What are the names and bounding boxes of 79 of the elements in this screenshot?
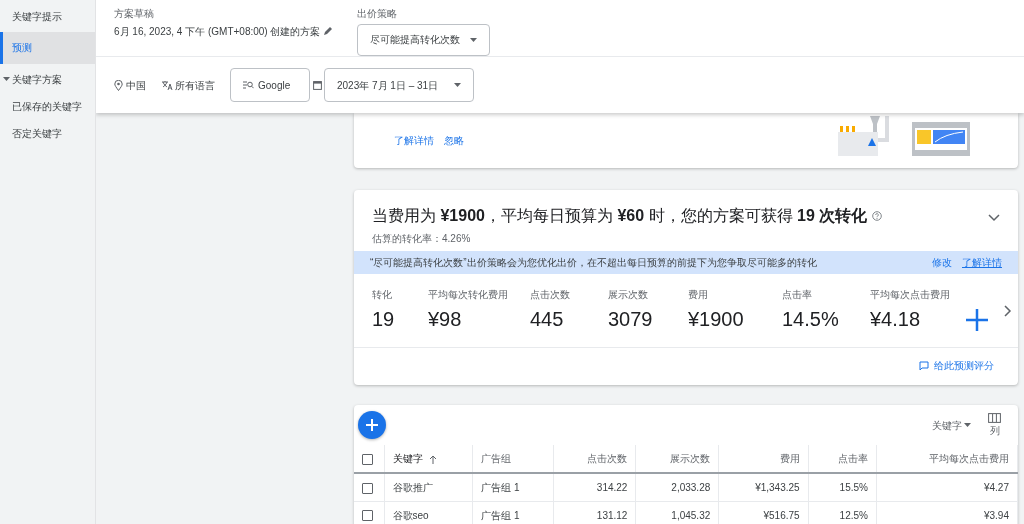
metric-value: ¥1900	[688, 307, 745, 333]
caret-icon	[454, 83, 461, 87]
sidebar-item[interactable]: 关键字提示	[0, 2, 95, 30]
metric-value: 3079	[608, 307, 654, 333]
conversion-rate: 估算的转化率：4.26%	[372, 232, 472, 246]
calendar-icon	[312, 80, 322, 90]
row-checkbox[interactable]	[362, 482, 373, 494]
metric-value: 19	[372, 307, 396, 333]
banner-link[interactable]: 了解详情	[962, 255, 1002, 270]
plan-name: 6月 16, 2023, 4 下午 (GMT+08:00) 创建的方案	[114, 24, 321, 39]
column-header[interactable]: 平均每次点击费用	[876, 445, 1018, 473]
rate-forecast-link[interactable]: 给此预测评分	[934, 358, 994, 373]
help-icon[interactable]	[872, 211, 883, 221]
chevron-icon[interactable]	[988, 214, 1000, 222]
metric-value: 14.5%	[782, 307, 840, 333]
table-cell: ¥3.94	[876, 501, 1018, 524]
network-icon	[243, 81, 254, 89]
table-cell: 131.12	[553, 501, 636, 524]
bid-strategy-dropdown[interactable]: 尽可能提高转化次数	[356, 23, 490, 56]
chevron-right-icon[interactable]	[1004, 304, 1012, 317]
table-cell: 广告组 1	[472, 501, 554, 524]
table-cell: ¥516.75	[718, 501, 809, 524]
column-header[interactable]: 点击率	[808, 445, 877, 473]
translate-icon	[160, 79, 173, 91]
table-cell: 12.5%	[808, 501, 877, 524]
metric-label: 点击率	[782, 287, 813, 302]
caret-icon	[469, 37, 477, 42]
caret-icon	[3, 77, 10, 83]
tip-link[interactable]: 了解详情	[394, 133, 434, 148]
tip-link[interactable]: 忽略	[444, 133, 464, 148]
field-label: 方案草稿	[114, 7, 155, 21]
select-all-checkbox[interactable]	[362, 453, 373, 465]
sort-arrow-icon	[428, 454, 437, 464]
column-header[interactable]: 点击次数	[553, 445, 636, 473]
columns-icon	[988, 412, 1001, 423]
table-cell: 15.5%	[808, 473, 877, 501]
table-cell: 1,045.32	[635, 501, 719, 524]
sidebar-item[interactable]: 已保存的关键字	[0, 92, 95, 120]
add-icon[interactable]	[966, 308, 988, 331]
plus-icon	[366, 419, 378, 431]
caret-icon	[964, 423, 971, 427]
metric-label: 费用	[688, 287, 709, 302]
metric-value: ¥98	[428, 307, 463, 333]
row-checkbox[interactable]	[362, 510, 373, 522]
view-dropdown[interactable]: 关键字	[930, 416, 972, 434]
metric-label: 点击次数	[530, 287, 571, 302]
add-button[interactable]	[358, 411, 386, 439]
metric-label: 平均每次转化费用	[428, 287, 509, 302]
metric-label: 转化	[372, 287, 393, 302]
location-icon	[114, 79, 123, 91]
sidebar-item[interactable]: 预测	[0, 31, 95, 64]
language-filter[interactable]: 所有语言	[175, 77, 215, 93]
table-cell: 广告组 1	[472, 473, 554, 501]
column-header[interactable]: 广告组	[472, 445, 554, 473]
table-cell: ¥4.27	[876, 473, 1018, 501]
metric-value: 445	[530, 307, 565, 333]
forecast-headline: 当费用为 ¥1900，平均每日预算为 ¥60 时，您的方案可获得 19 次转化	[372, 206, 868, 226]
column-header[interactable]: 关键字	[384, 445, 473, 473]
field-label: 出价策略	[356, 7, 398, 21]
metric-label: 平均每次点击费用	[870, 287, 951, 302]
date-range-dropdown[interactable]: 2023年 7月 1日 – 31日	[324, 68, 474, 102]
banner-link[interactable]: 修改	[932, 255, 952, 270]
table-cell: 2,033.28	[635, 473, 719, 501]
column-header[interactable]: 展示次数	[635, 445, 719, 473]
network-field[interactable]: Google	[230, 68, 310, 102]
metric-value: ¥4.18	[870, 307, 922, 333]
banner-text: “尽可能提高转化次数”出价策略会为您优化出价，在不超出每日预算的前提下为您争取尽可能多的转化	[370, 256, 818, 270]
location-filter[interactable]: 中国	[125, 77, 146, 93]
sidebar-item[interactable]: 关键字方案	[0, 65, 95, 93]
sidebar-item[interactable]: 否定关键字	[0, 119, 95, 147]
table-cell: 谷歌推广	[384, 473, 473, 501]
table-cell: 314.22	[553, 473, 636, 501]
column-header[interactable]: 费用	[718, 445, 809, 473]
feedback-icon	[919, 360, 929, 371]
table-cell: 谷歌seo	[384, 501, 473, 524]
metric-label: 展示次数	[608, 287, 649, 302]
columns-button[interactable]: 列	[987, 411, 1002, 439]
edit-icon[interactable]	[322, 26, 333, 36]
table-cell: ¥1,343.25	[718, 473, 809, 501]
